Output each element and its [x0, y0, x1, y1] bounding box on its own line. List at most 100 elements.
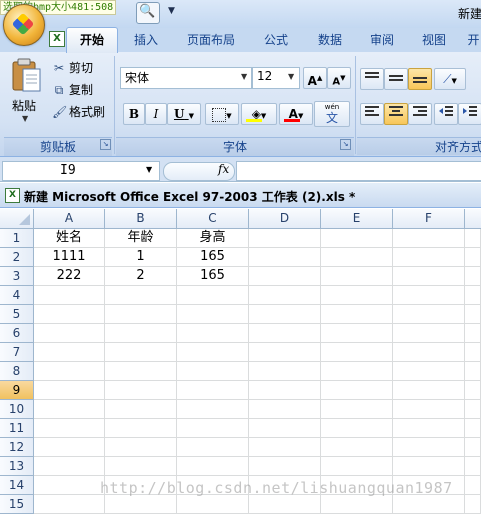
- cell-partial3[interactable]: [465, 267, 481, 286]
- tab-data[interactable]: 数据: [306, 28, 354, 52]
- row-header-14[interactable]: 14: [0, 476, 34, 495]
- cell-f5[interactable]: [393, 305, 465, 324]
- cell-e7[interactable]: [321, 343, 393, 362]
- cell-partial11[interactable]: [465, 419, 481, 438]
- decrease-indent-button[interactable]: [434, 103, 458, 125]
- borders-button[interactable]: ▼: [205, 103, 239, 125]
- cell-c2[interactable]: 165: [177, 248, 249, 267]
- cell-e10[interactable]: [321, 400, 393, 419]
- cell-d15[interactable]: [249, 495, 321, 514]
- cell-c7[interactable]: [177, 343, 249, 362]
- tab-home[interactable]: 开始: [66, 27, 118, 53]
- cell-a8[interactable]: [34, 362, 105, 381]
- cell-a9[interactable]: [34, 381, 105, 400]
- cell-b8[interactable]: [105, 362, 177, 381]
- cell-d1[interactable]: [249, 229, 321, 248]
- cell-f4[interactable]: [393, 286, 465, 305]
- align-top-button[interactable]: [360, 68, 384, 90]
- cell-a1[interactable]: 姓名: [34, 229, 105, 248]
- cell-c12[interactable]: [177, 438, 249, 457]
- row-header-2[interactable]: 2: [0, 248, 34, 267]
- cell-c4[interactable]: [177, 286, 249, 305]
- cell-d5[interactable]: [249, 305, 321, 324]
- cell-c3[interactable]: 165: [177, 267, 249, 286]
- paste-dropdown-icon[interactable]: ▼: [22, 114, 28, 123]
- italic-button[interactable]: I: [145, 103, 167, 125]
- cell-d12[interactable]: [249, 438, 321, 457]
- cell-f2[interactable]: [393, 248, 465, 267]
- format-painter-button[interactable]: 🖌 格式刷: [52, 102, 105, 122]
- align-middle-button[interactable]: [384, 68, 408, 90]
- cell-e5[interactable]: [321, 305, 393, 324]
- cell-b3[interactable]: 2: [105, 267, 177, 286]
- row-header-12[interactable]: 12: [0, 438, 34, 457]
- column-header-a[interactable]: A: [34, 209, 105, 229]
- row-header-3[interactable]: 3: [0, 267, 34, 286]
- cell-b10[interactable]: [105, 400, 177, 419]
- row-header-4[interactable]: 4: [0, 286, 34, 305]
- cell-a6[interactable]: [34, 324, 105, 343]
- cell-c5[interactable]: [177, 305, 249, 324]
- tab-developer[interactable]: 开: [466, 28, 481, 52]
- cell-c15[interactable]: [177, 495, 249, 514]
- cell-partial9[interactable]: [465, 381, 481, 400]
- row-header-9[interactable]: 9: [0, 381, 34, 400]
- cell-d6[interactable]: [249, 324, 321, 343]
- row-header-8[interactable]: 8: [0, 362, 34, 381]
- cell-a13[interactable]: [34, 457, 105, 476]
- cell-partial1[interactable]: [465, 229, 481, 248]
- cell-f6[interactable]: [393, 324, 465, 343]
- increase-indent-button[interactable]: [458, 103, 481, 125]
- quick-access-customize-icon[interactable]: ▼: [168, 6, 175, 16]
- office-button[interactable]: [3, 4, 45, 46]
- cell-c9[interactable]: [177, 381, 249, 400]
- row-header-7[interactable]: 7: [0, 343, 34, 362]
- cell-f1[interactable]: [393, 229, 465, 248]
- cell-e3[interactable]: [321, 267, 393, 286]
- cell-e9[interactable]: [321, 381, 393, 400]
- cell-e6[interactable]: [321, 324, 393, 343]
- row-header-11[interactable]: 11: [0, 419, 34, 438]
- insert-function-button[interactable]: fx: [218, 162, 229, 176]
- column-header-c[interactable]: C: [177, 209, 249, 229]
- phonetic-guide-button[interactable]: wén 文: [314, 101, 350, 127]
- cell-e1[interactable]: [321, 229, 393, 248]
- cell-b2[interactable]: 1: [105, 248, 177, 267]
- cut-button[interactable]: ✂ 剪切: [52, 58, 93, 78]
- column-header-d[interactable]: D: [249, 209, 321, 229]
- cell-c1[interactable]: 身高: [177, 229, 249, 248]
- orientation-button[interactable]: ⟋▼: [434, 68, 466, 90]
- copy-button[interactable]: ⧉ 复制: [52, 80, 93, 100]
- cell-c11[interactable]: [177, 419, 249, 438]
- cell-a14[interactable]: [34, 476, 105, 495]
- fill-color-button[interactable]: ◈▼: [241, 103, 277, 125]
- cell-c13[interactable]: [177, 457, 249, 476]
- cell-f8[interactable]: [393, 362, 465, 381]
- cell-b7[interactable]: [105, 343, 177, 362]
- cell-d3[interactable]: [249, 267, 321, 286]
- cell-e11[interactable]: [321, 419, 393, 438]
- cell-d7[interactable]: [249, 343, 321, 362]
- cell-d13[interactable]: [249, 457, 321, 476]
- cell-d2[interactable]: [249, 248, 321, 267]
- cell-e12[interactable]: [321, 438, 393, 457]
- cell-e2[interactable]: [321, 248, 393, 267]
- cell-b4[interactable]: [105, 286, 177, 305]
- paste-button[interactable]: 粘贴: [12, 97, 36, 114]
- row-header-5[interactable]: 5: [0, 305, 34, 324]
- align-right-button[interactable]: [408, 103, 432, 125]
- font-size-dropdown-icon[interactable]: ▼: [288, 72, 294, 81]
- name-box-dropdown-icon[interactable]: ▼: [146, 165, 152, 174]
- row-header-13[interactable]: 13: [0, 457, 34, 476]
- cell-a7[interactable]: [34, 343, 105, 362]
- cell-partial6[interactable]: [465, 324, 481, 343]
- column-header-b[interactable]: B: [105, 209, 177, 229]
- cell-partial7[interactable]: [465, 343, 481, 362]
- row-header-10[interactable]: 10: [0, 400, 34, 419]
- cell-d9[interactable]: [249, 381, 321, 400]
- cell-b13[interactable]: [105, 457, 177, 476]
- cell-partial4[interactable]: [465, 286, 481, 305]
- row-header-15[interactable]: 15: [0, 495, 34, 514]
- cell-partial10[interactable]: [465, 400, 481, 419]
- cell-partial8[interactable]: [465, 362, 481, 381]
